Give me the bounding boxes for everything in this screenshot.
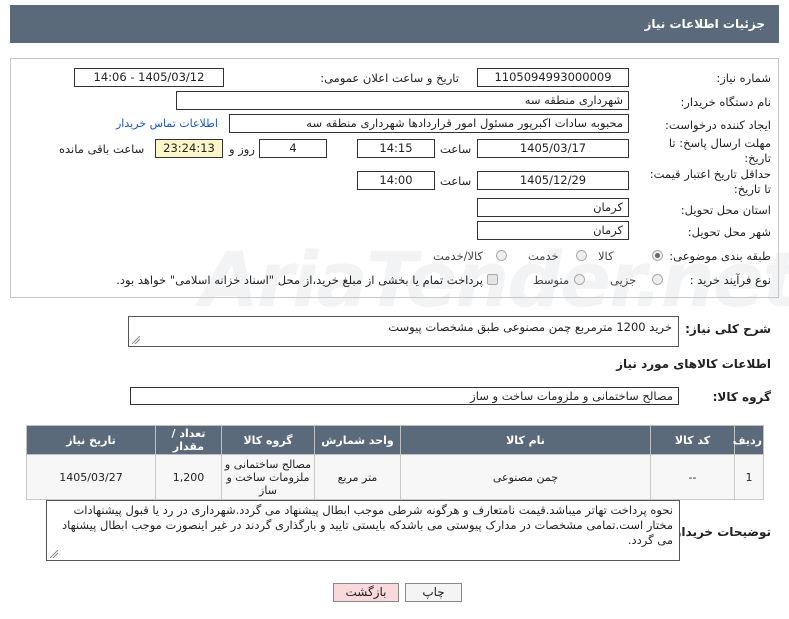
price-validity-time-label: ساعت (440, 174, 472, 188)
requester-label: ایجاد کننده درخواست: (665, 118, 771, 132)
purchase-type-label: نوع فرآیند خرید : (689, 273, 771, 287)
summary-label: شرح کلی نیاز: (685, 322, 771, 336)
deadline-label-line2: تاریخ: (744, 151, 771, 165)
category-option-goods-service: کالا/خدمت (433, 249, 484, 263)
price-validity-time-field: 14:00 (357, 171, 435, 190)
treasury-note: پرداخت تمام یا بخشی از مبلغ خرید،از محل … (116, 273, 483, 287)
deadline-date-field: 1405/03/17 (477, 139, 629, 158)
category-radio-service[interactable] (576, 250, 587, 261)
city-field: کرمان (477, 221, 629, 240)
col-header-need-date: تاریخ نیاز (26, 425, 156, 455)
purchase-option-minor: جزیی (610, 273, 637, 287)
table-row: 1 -- چمن مصنوعی متر مربع مصالح ساختمانی … (26, 454, 764, 500)
col-header-unit: واحد شمارش (314, 425, 401, 455)
price-validity-date-field: 1405/12/29 (477, 171, 629, 190)
cell-need-date: 1405/03/27 (26, 454, 156, 500)
goods-group-field: مصالح ساختمانی و ملزومات ساخت و ساز (130, 387, 679, 405)
summary-text: خرید 1200 مترمربع چمن مصنوعی طبق مشخصات … (388, 320, 672, 334)
buyer-org-label: نام دستگاه خریدار: (680, 95, 771, 109)
treasury-checkbox[interactable] (487, 274, 498, 285)
summary-field: خرید 1200 مترمربع چمن مصنوعی طبق مشخصات … (128, 316, 679, 347)
buyer-notes-text: نحوه پرداخت تهاتر میباشد.قیمت نامتعارف و… (62, 503, 673, 547)
category-option-goods: کالا (598, 249, 614, 263)
price-validity-label-line2: تا تاریخ: (733, 182, 771, 196)
remaining-time-field: 23:24:13 (155, 139, 223, 158)
purchase-option-medium: متوسط (533, 273, 570, 287)
category-radio-goods[interactable] (652, 250, 663, 261)
cell-group: مصالح ساختمانی و ملزومات ساخت و ساز (221, 454, 315, 500)
deadline-label-line1: مهلت ارسال پاسخ: تا (668, 136, 771, 150)
category-label: طبقه بندی موضوعی: (669, 249, 771, 263)
col-header-row-number: ردیف (733, 425, 764, 455)
deadline-days-field: 4 (259, 139, 327, 158)
cell-quantity: 1,200 (155, 454, 222, 500)
requester-field: محبوبه سادات اکبرپور مسئول امور قرارداده… (229, 114, 629, 133)
buyer-notes-field: نحوه پرداخت تهاتر میباشد.قیمت نامتعارف و… (46, 500, 680, 561)
buyer-contact-link[interactable]: اطلاعات تماس خریدار (116, 117, 218, 130)
city-label: شهر محل تحویل: (687, 225, 771, 239)
province-label: استان محل تحویل: (680, 203, 771, 217)
cell-code: -- (650, 454, 735, 500)
announce-datetime-label: تاریخ و ساعت اعلان عمومی: (320, 71, 459, 85)
col-header-group: گروه کالا (221, 425, 315, 455)
cell-name: چمن مصنوعی (400, 454, 651, 500)
print-button[interactable]: چاپ (405, 583, 462, 602)
items-table: ردیف کد کالا نام کالا واحد شمارش گروه کا… (26, 425, 764, 500)
need-number-label: شماره نیاز: (716, 71, 771, 85)
col-header-name: نام کالا (400, 425, 651, 455)
need-number-field: 1105094993000009 (477, 68, 629, 87)
col-header-code: کد کالا (650, 425, 735, 455)
purchase-radio-medium[interactable] (574, 274, 585, 285)
buyer-notes-label: توضیحات خریدار: (669, 525, 771, 539)
purchase-radio-minor[interactable] (652, 274, 663, 285)
table-header-row: ردیف کد کالا نام کالا واحد شمارش گروه کا… (26, 425, 764, 455)
goods-section-title: اطلاعات کالاهای مورد نیاز (616, 357, 771, 371)
announce-datetime-field: 1405/03/12 - 14:06 (74, 68, 224, 87)
category-radio-goods-service[interactable] (496, 250, 507, 261)
days-label: روز و (229, 142, 255, 156)
category-option-service: خدمت (528, 249, 559, 263)
province-field: کرمان (477, 198, 629, 217)
cell-row-number: 1 (734, 454, 764, 500)
col-header-quantity: تعداد / مقدار (155, 425, 222, 455)
cell-unit: متر مربع (314, 454, 401, 500)
back-button[interactable]: بازگشت (333, 583, 399, 602)
goods-group-label: گروه کالا: (712, 390, 771, 404)
resize-grip-icon[interactable] (50, 550, 58, 558)
price-validity-label-line1: حداقل تاریخ اعتبار قیمت: (649, 167, 771, 181)
remaining-time-label: ساعت باقی مانده (59, 142, 145, 156)
deadline-time-field: 14:15 (357, 139, 435, 158)
deadline-time-label: ساعت (440, 142, 472, 156)
page-title: جزئیات اطلاعات نیاز (10, 5, 779, 43)
buyer-org-field: شهرداری منطقه سه (176, 91, 629, 110)
resize-grip-icon[interactable] (132, 336, 140, 344)
items-table-wrap: ردیف کد کالا نام کالا واحد شمارش گروه کا… (26, 425, 764, 500)
